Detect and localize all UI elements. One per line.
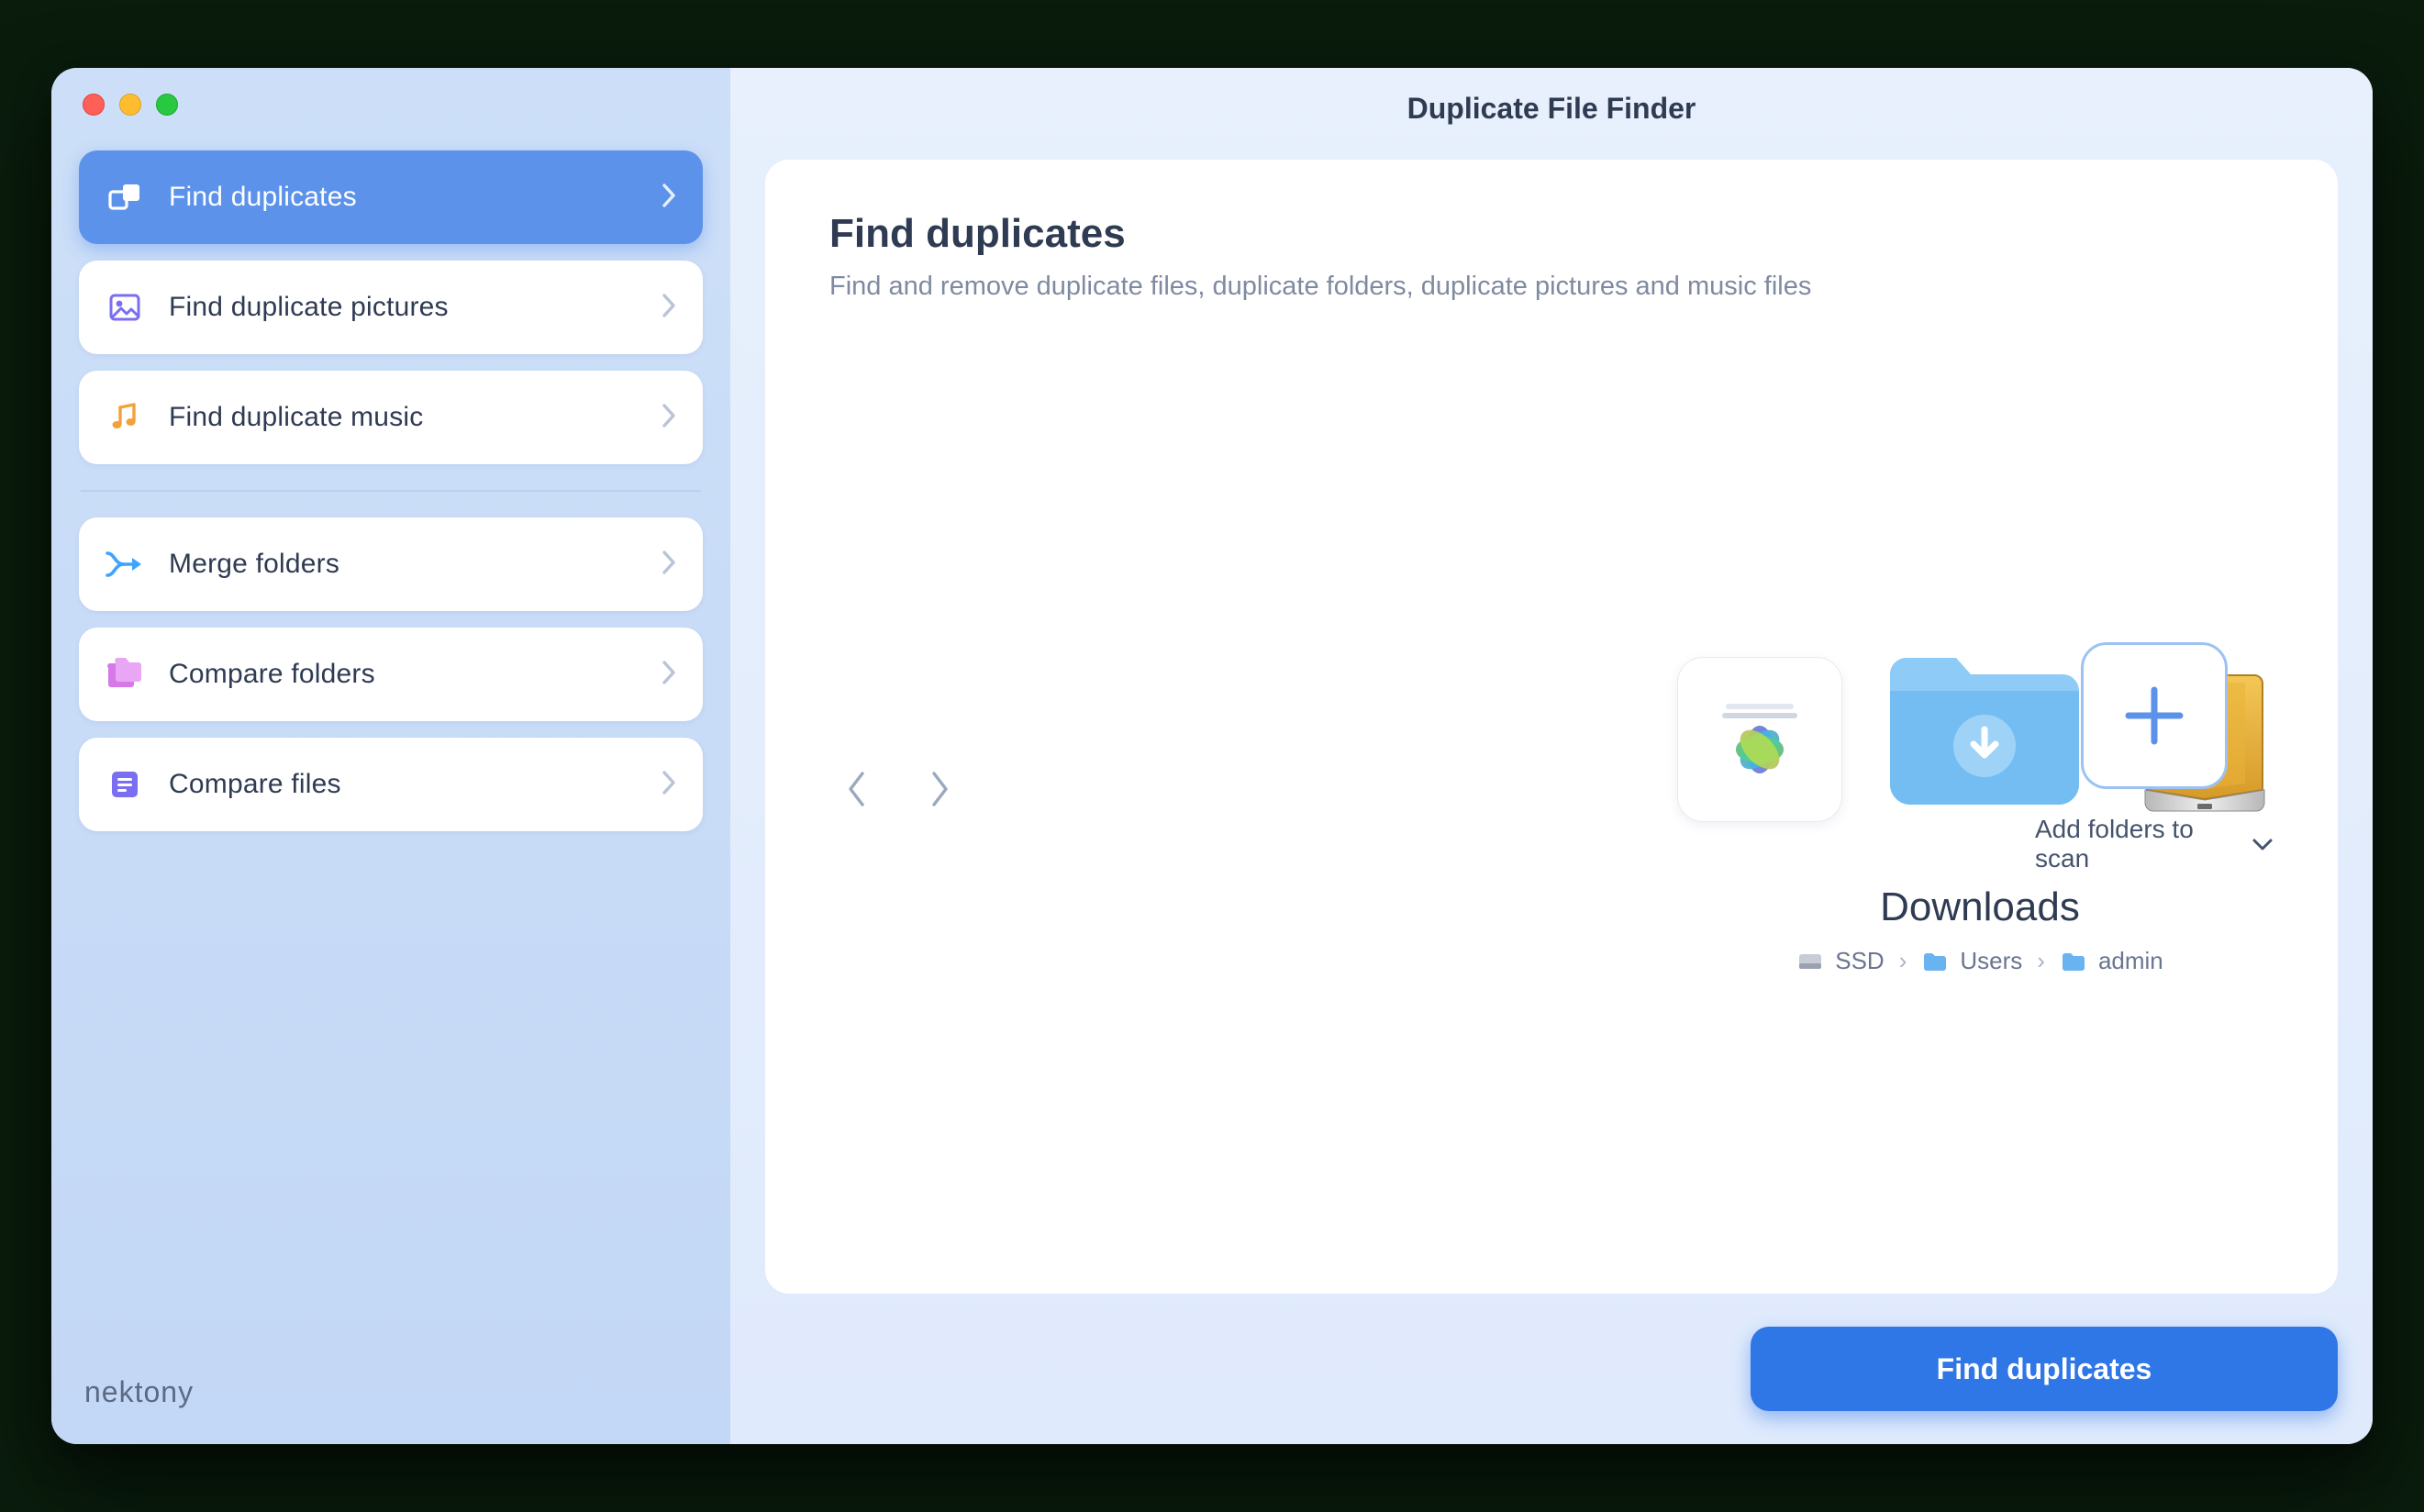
chevron-right-icon: › bbox=[2033, 947, 2049, 975]
sidebar-item-label: Compare files bbox=[169, 769, 661, 800]
location-downloads-folder[interactable] bbox=[1879, 639, 2090, 822]
sidebar-divider bbox=[81, 490, 701, 492]
sidebar-item-label: Find duplicates bbox=[169, 182, 661, 213]
minimize-window-button[interactable] bbox=[119, 94, 141, 116]
fullscreen-window-button[interactable] bbox=[156, 94, 178, 116]
brand-logo: nektony bbox=[79, 1366, 703, 1426]
carousel-next-button[interactable] bbox=[912, 762, 967, 817]
brand-text: nektony bbox=[84, 1375, 194, 1408]
sidebar-item-find-duplicate-pictures[interactable]: Find duplicate pictures bbox=[79, 261, 703, 354]
merge-icon bbox=[103, 542, 147, 586]
music-icon bbox=[103, 395, 147, 439]
footer-bar: Find duplicates bbox=[730, 1316, 2373, 1444]
close-window-button[interactable] bbox=[83, 94, 105, 116]
sidebar-item-merge-folders[interactable]: Merge folders bbox=[79, 517, 703, 611]
find-duplicates-button[interactable]: Find duplicates bbox=[1751, 1327, 2338, 1411]
chevron-right-icon bbox=[661, 182, 677, 214]
breadcrumb-segment[interactable]: Users bbox=[1960, 947, 2022, 975]
location-breadcrumb: SSD › Users › admin bbox=[1796, 947, 2163, 975]
folder-icon bbox=[2060, 950, 2087, 973]
page-subheading: Find and remove duplicate files, duplica… bbox=[829, 272, 2274, 302]
chevron-right-icon bbox=[661, 402, 677, 434]
sidebar-item-find-duplicates[interactable]: Find duplicates bbox=[79, 150, 703, 244]
primary-button-label: Find duplicates bbox=[1937, 1352, 2152, 1386]
selected-location-name: Downloads bbox=[1880, 884, 2080, 930]
chevron-right-icon bbox=[661, 769, 677, 801]
sidebar-item-label: Find duplicate pictures bbox=[169, 292, 661, 323]
chevron-right-icon bbox=[661, 292, 677, 324]
sidebar-item-find-duplicate-music[interactable]: Find duplicate music bbox=[79, 371, 703, 464]
picture-icon bbox=[103, 285, 147, 329]
chevron-right-icon bbox=[661, 549, 677, 581]
app-window: Find duplicates Find duplicate pictures bbox=[51, 68, 2373, 1444]
chevron-down-icon bbox=[2252, 829, 2274, 859]
location-stack: Downloads SSD › Users bbox=[1952, 602, 2007, 975]
add-folder-button[interactable] bbox=[2081, 642, 2228, 789]
add-folders-dropdown[interactable]: Add folders to scan bbox=[2035, 815, 2274, 873]
add-folders-label: Add folders to scan bbox=[2035, 815, 2242, 873]
window-title: Duplicate File Finder bbox=[730, 68, 2373, 149]
window-title-text: Duplicate File Finder bbox=[1407, 92, 1696, 126]
window-controls bbox=[83, 94, 703, 116]
page-heading: Find duplicates bbox=[829, 211, 2274, 257]
plus-icon bbox=[2116, 677, 2193, 754]
chevron-right-icon: › bbox=[1896, 947, 1911, 975]
carousel-prev-button[interactable] bbox=[829, 762, 884, 817]
main-pane: Duplicate File Finder Find duplicates Fi… bbox=[730, 68, 2373, 1444]
sidebar-item-label: Compare folders bbox=[169, 659, 661, 690]
compare-files-icon bbox=[103, 762, 147, 806]
content-panel: Find duplicates Find and remove duplicat… bbox=[765, 160, 2338, 1294]
breadcrumb-segment[interactable]: admin bbox=[2098, 947, 2163, 975]
compare-folders-icon bbox=[103, 652, 147, 696]
sidebar: Find duplicates Find duplicate pictures bbox=[51, 68, 730, 1444]
folder-icon bbox=[1921, 950, 1949, 973]
sidebar-item-compare-folders[interactable]: Compare folders bbox=[79, 628, 703, 721]
drive-icon bbox=[1796, 950, 1824, 973]
sidebar-nav: Find duplicates Find duplicate pictures bbox=[79, 150, 703, 831]
sidebar-item-label: Merge folders bbox=[169, 549, 661, 580]
sidebar-item-label: Find duplicate music bbox=[169, 402, 661, 433]
location-carousel: Downloads SSD › Users bbox=[829, 320, 2274, 1257]
chevron-right-icon bbox=[661, 659, 677, 691]
location-photos-library[interactable] bbox=[1677, 657, 1842, 822]
duplicates-icon bbox=[103, 175, 147, 219]
breadcrumb-segment[interactable]: SSD bbox=[1835, 947, 1884, 975]
sidebar-item-compare-files[interactable]: Compare files bbox=[79, 738, 703, 831]
photos-app-icon bbox=[1709, 687, 1810, 793]
